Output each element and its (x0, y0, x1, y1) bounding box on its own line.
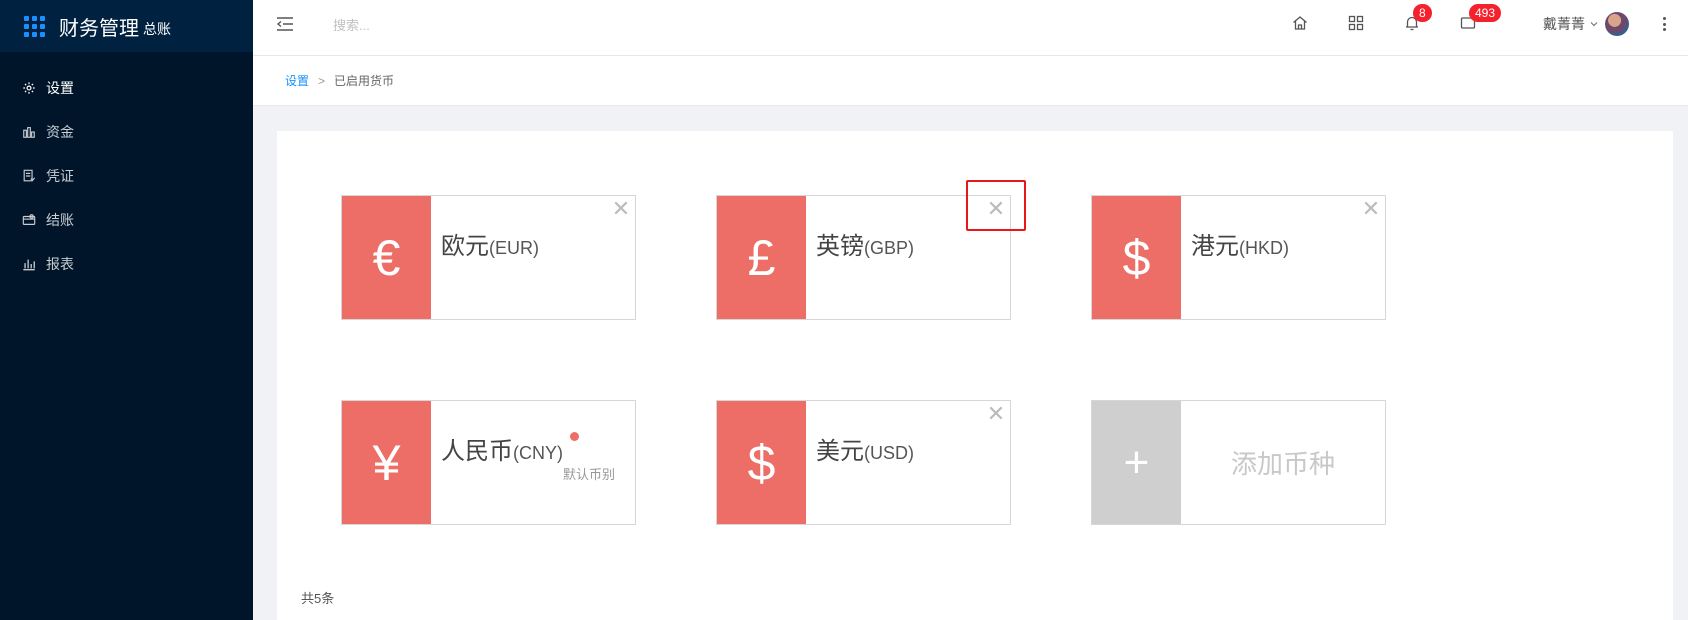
funds-icon (22, 125, 36, 139)
currency-card-cny[interactable]: ¥ 人民币(CNY) 默认币别 (341, 400, 636, 525)
currency-name-text: 美元 (816, 438, 864, 465)
bell-icon[interactable]: 8 (1403, 4, 1432, 34)
sidebar-item-funds[interactable]: 资金 (0, 110, 253, 154)
currency-panel: € 欧元(EUR) ✕ £ 英镑(GBP) ✕ $ 港元(HKD) ✕ ¥ 人民… (277, 131, 1673, 620)
currency-card-usd[interactable]: $ 美元(USD) ✕ (716, 400, 1011, 525)
currency-name: 港元(HKD) (1191, 226, 1289, 261)
euro-icon: € (342, 196, 431, 319)
dollar-icon: $ (1092, 196, 1181, 319)
sidebar-nav: 设置 资金 凭证 结账 报表 (0, 66, 253, 286)
apps-grid-icon (24, 15, 45, 37)
voucher-icon (22, 169, 36, 183)
sidebar-item-voucher[interactable]: 凭证 (0, 154, 253, 198)
currency-name: 美元(USD) (816, 431, 914, 466)
yuan-icon: ¥ (342, 401, 431, 524)
close-icon[interactable]: ✕ (985, 403, 1007, 425)
breadcrumb-settings-link[interactable]: 设置 (285, 72, 309, 89)
currency-name: 欧元(EUR) (441, 226, 539, 261)
gear-icon (22, 81, 36, 95)
message-count-badge: 493 (1469, 4, 1502, 22)
home-icon[interactable] (1291, 14, 1311, 34)
currency-card-gbp[interactable]: £ 英镑(GBP) ✕ (716, 195, 1011, 320)
currency-code: (HKD) (1239, 238, 1289, 258)
breadcrumb: 设置 > 已启用货币 (253, 56, 1688, 106)
search-input[interactable] (333, 12, 593, 38)
sidebar-item-label: 资金 (46, 124, 74, 140)
avatar[interactable] (1605, 12, 1629, 36)
brand[interactable]: 财务管理 总账 (0, 0, 253, 52)
top-header: 8 493 戴菁菁 (253, 0, 1688, 56)
currency-card-hkd[interactable]: $ 港元(HKD) ✕ (1091, 195, 1386, 320)
close-icon[interactable]: ✕ (610, 198, 632, 220)
bar-chart-icon (22, 257, 36, 271)
brand-title: 财务管理 (59, 17, 139, 40)
user-name: 戴菁菁 (1543, 16, 1585, 32)
wallet-icon (22, 213, 36, 227)
pound-icon: £ (717, 196, 806, 319)
plus-icon: + (1092, 401, 1181, 524)
menu-fold-icon[interactable] (275, 14, 295, 34)
currency-code: (EUR) (489, 238, 539, 258)
more-vertical-icon[interactable] (1661, 14, 1667, 34)
currency-name-text: 欧元 (441, 233, 489, 260)
sidebar-item-reports[interactable]: 报表 (0, 242, 253, 286)
message-icon[interactable]: 493 (1459, 4, 1502, 34)
total-count: 共5条 (301, 591, 335, 606)
currency-name-text: 英镑 (816, 233, 864, 260)
sidebar-item-label: 报表 (46, 256, 74, 272)
sidebar-item-label: 结账 (46, 212, 74, 228)
breadcrumb-separator: > (318, 73, 326, 88)
sidebar-item-label: 设置 (46, 80, 74, 96)
chevron-down-icon (1589, 16, 1599, 32)
currency-name: 人民币(CNY) (441, 431, 563, 466)
close-icon[interactable]: ✕ (1360, 198, 1382, 220)
sidebar: 财务管理 总账 设置 资金 凭证 结账 报表 (0, 0, 253, 620)
sidebar-item-closing[interactable]: 结账 (0, 198, 253, 242)
notification-count-badge: 8 (1413, 4, 1432, 22)
currency-name-text: 港元 (1191, 233, 1239, 260)
currency-name-text: 人民币 (441, 438, 513, 465)
add-currency-button[interactable]: + 添加币种 (1091, 400, 1386, 525)
dollar-icon: $ (717, 401, 806, 524)
add-currency-label: 添加币种 (1230, 449, 1335, 479)
breadcrumb-current: 已启用货币 (334, 74, 395, 88)
default-dot-icon (570, 432, 579, 441)
currency-code: (USD) (864, 443, 914, 463)
apps-icon[interactable] (1347, 14, 1367, 34)
sidebar-item-label: 凭证 (46, 168, 74, 184)
close-icon[interactable]: ✕ (985, 198, 1007, 220)
currency-code: (GBP) (864, 238, 915, 258)
default-currency-label: 默认币别 (562, 467, 615, 482)
currency-card-eur[interactable]: € 欧元(EUR) ✕ (341, 195, 636, 320)
currency-code: (CNY) (513, 443, 563, 463)
user-menu[interactable]: 戴菁菁 (1543, 12, 1629, 36)
sidebar-item-settings[interactable]: 设置 (0, 66, 253, 110)
brand-subtitle: 总账 (143, 20, 171, 37)
currency-name: 英镑(GBP) (816, 226, 914, 261)
